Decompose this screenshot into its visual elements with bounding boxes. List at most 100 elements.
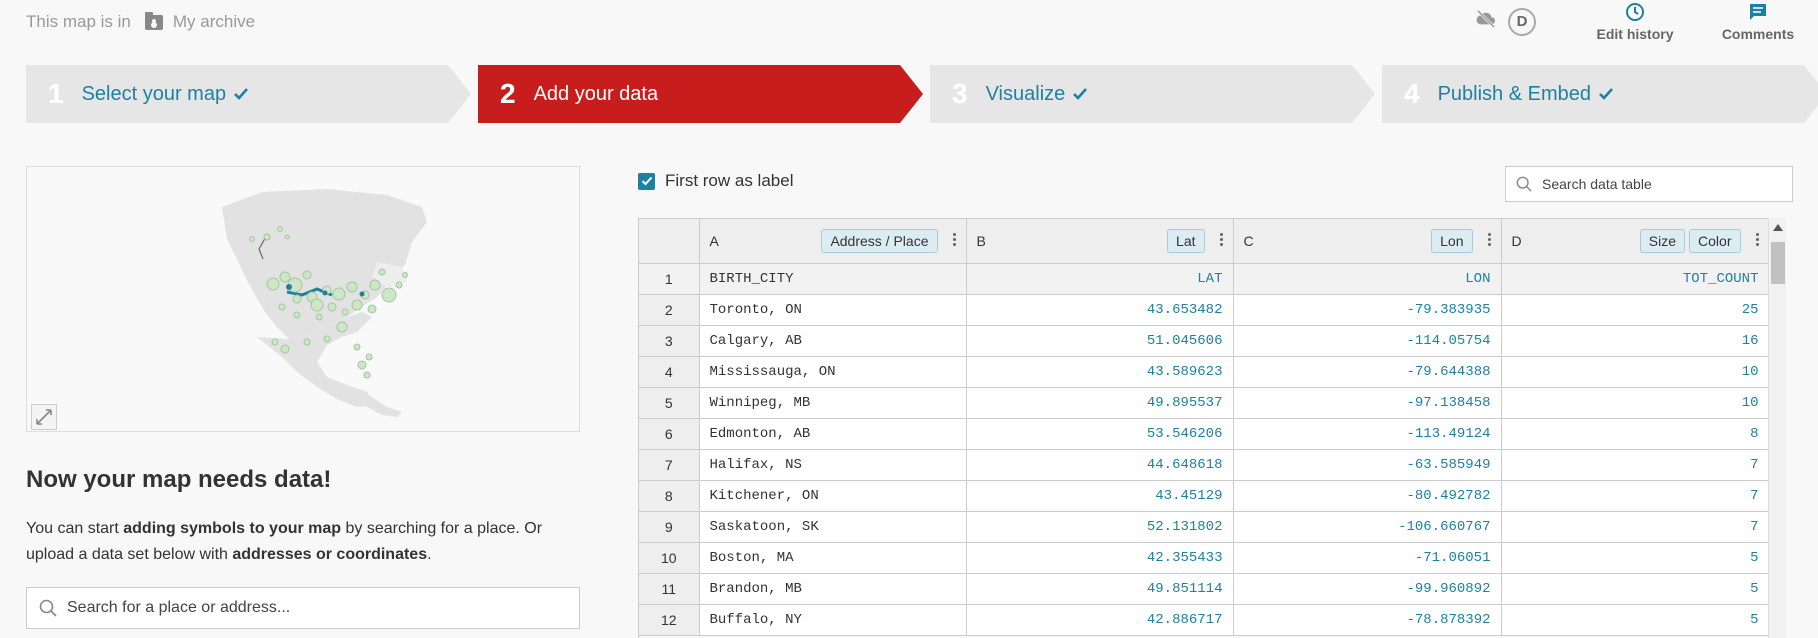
cell-lat[interactable]: 49.895537 <box>966 387 1234 419</box>
cell-count[interactable]: 7 <box>1501 449 1768 481</box>
step-select-map[interactable]: 1 Select your map <box>26 65 471 123</box>
cell-count[interactable]: TOT_COUNT <box>1501 263 1768 295</box>
cell-lat[interactable]: 42.355433 <box>966 542 1234 574</box>
cell-count[interactable]: 5 <box>1501 573 1768 605</box>
cell-lat[interactable]: 49.851114 <box>966 573 1234 605</box>
column-menu-icon[interactable] <box>1755 233 1759 247</box>
cell-lon[interactable]: -97.138458 <box>1233 387 1502 419</box>
cell-lon[interactable]: -79.644388 <box>1233 356 1502 388</box>
cloud-off-icon[interactable] <box>1475 10 1497 28</box>
cell-lat[interactable]: 43.45129 <box>966 480 1234 512</box>
cell-lat[interactable]: 43.653482 <box>966 294 1234 326</box>
table-row[interactable]: 11 Brandon, MB 49.851114 -99.960892 5 <box>639 573 1768 605</box>
edit-history-button[interactable]: Edit history <box>1580 2 1690 42</box>
map-preview[interactable] <box>26 166 580 432</box>
cell-address[interactable]: Calgary, AB <box>699 325 967 357</box>
table-row[interactable]: 2 Toronto, ON 43.653482 -79.383935 25 <box>639 294 1768 326</box>
intro-bold: addresses or coordinates <box>232 546 428 563</box>
archive-link[interactable]: My archive <box>173 12 255 32</box>
cell-lon[interactable]: LON <box>1233 263 1502 295</box>
intro-text: You can start <box>26 520 124 537</box>
cell-lon[interactable]: -63.585949 <box>1233 449 1502 481</box>
cell-count[interactable]: 7 <box>1501 480 1768 512</box>
cell-address[interactable]: Boston, MA <box>699 542 967 574</box>
step-visualize[interactable]: 3 Visualize <box>930 65 1375 123</box>
column-header-c[interactable]: C Lon <box>1233 219 1502 264</box>
table-row[interactable]: 1 BIRTH_CITY LAT LON TOT_COUNT <box>639 263 1768 295</box>
cell-lat[interactable]: LAT <box>966 263 1234 295</box>
cell-lat[interactable]: 43.589623 <box>966 356 1234 388</box>
expand-map-button[interactable] <box>31 404 57 430</box>
cell-lat[interactable]: 53.546206 <box>966 418 1234 450</box>
table-row[interactable]: 8 Kitchener, ON 43.45129 -80.492782 7 <box>639 480 1768 512</box>
cell-lat[interactable]: 44.648618 <box>966 449 1234 481</box>
cell-count[interactable]: 7 <box>1501 511 1768 543</box>
cell-lat[interactable]: 52.131802 <box>966 511 1234 543</box>
table-search-input[interactable] <box>1542 176 1782 192</box>
cell-lon[interactable]: -80.492782 <box>1233 480 1502 512</box>
column-menu-icon[interactable] <box>1219 233 1223 247</box>
first-row-option[interactable]: First row as label <box>638 171 793 191</box>
column-tag[interactable]: Color <box>1689 229 1741 253</box>
cell-address[interactable]: Brandon, MB <box>699 573 967 605</box>
cell-count[interactable]: 10 <box>1501 387 1768 419</box>
cell-lon[interactable]: -71.06051 <box>1233 542 1502 574</box>
cell-address[interactable]: Halifax, NS <box>699 449 967 481</box>
cell-lon[interactable]: -79.383935 <box>1233 294 1502 326</box>
cell-count[interactable]: 5 <box>1501 604 1768 636</box>
scroll-thumb[interactable] <box>1771 242 1785 284</box>
cell-lon[interactable]: -114.05754 <box>1233 325 1502 357</box>
cell-address[interactable]: Buffalo, NY <box>699 604 967 636</box>
cell-lon[interactable]: -113.49124 <box>1233 418 1502 450</box>
cell-count[interactable]: 25 <box>1501 294 1768 326</box>
cell-address[interactable]: Edmonton, AB <box>699 418 967 450</box>
row-number: 8 <box>639 480 700 512</box>
cell-count[interactable]: 10 <box>1501 356 1768 388</box>
step-add-data[interactable]: 2 Add your data <box>478 65 923 123</box>
cell-lat[interactable]: 42.886717 <box>966 604 1234 636</box>
map-image <box>222 189 427 417</box>
edit-history-label: Edit history <box>1596 26 1674 42</box>
table-row[interactable]: 10 Boston, MA 42.355433 -71.06051 5 <box>639 542 1768 574</box>
table-row[interactable]: 3 Calgary, AB 51.045606 -114.05754 16 <box>639 325 1768 357</box>
column-tag[interactable]: Lon <box>1431 229 1473 253</box>
cell-address[interactable]: Mississauga, ON <box>699 356 967 388</box>
cell-lon[interactable]: -78.878392 <box>1233 604 1502 636</box>
place-search-input[interactable] <box>67 599 567 617</box>
cell-address[interactable]: Toronto, ON <box>699 294 967 326</box>
cell-address[interactable]: Saskatoon, SK <box>699 511 967 543</box>
column-header-d[interactable]: D Size Color <box>1501 219 1768 264</box>
column-menu-icon[interactable] <box>952 233 956 247</box>
table-row[interactable]: 5 Winnipeg, MB 49.895537 -97.138458 10 <box>639 387 1768 419</box>
cell-address[interactable]: Kitchener, ON <box>699 480 967 512</box>
table-row[interactable]: 6 Edmonton, AB 53.546206 -113.49124 8 <box>639 418 1768 450</box>
checkmark-icon <box>641 176 652 186</box>
table-scrollbar[interactable] <box>1768 218 1786 638</box>
avatar[interactable]: D <box>1508 8 1536 36</box>
column-header-a[interactable]: A Address / Place <box>699 219 967 264</box>
column-menu-icon[interactable] <box>1487 233 1491 247</box>
cell-lon[interactable]: -106.660767 <box>1233 511 1502 543</box>
cell-address[interactable]: Winnipeg, MB <box>699 387 967 419</box>
table-row[interactable]: 4 Mississauga, ON 43.589623 -79.644388 10 <box>639 356 1768 388</box>
data-table[interactable]: A Address / Place B Lat C Lon D Size Colo… <box>638 218 1768 638</box>
cell-address[interactable]: BIRTH_CITY <box>699 263 967 295</box>
cell-count[interactable]: 8 <box>1501 418 1768 450</box>
table-search-box[interactable] <box>1505 166 1793 202</box>
step-publish-embed[interactable]: 4 Publish & Embed <box>1382 65 1818 123</box>
column-tag[interactable]: Address / Place <box>821 229 938 253</box>
first-row-checkbox[interactable] <box>638 172 655 190</box>
column-tag[interactable]: Lat <box>1167 229 1205 253</box>
scroll-up-arrow-icon[interactable] <box>1773 224 1783 231</box>
column-header-b[interactable]: B Lat <box>966 219 1234 264</box>
place-search-box[interactable] <box>26 587 580 629</box>
comments-button[interactable]: Comments <box>1710 2 1806 42</box>
table-row[interactable]: 7 Halifax, NS 44.648618 -63.585949 7 <box>639 449 1768 481</box>
table-row[interactable]: 9 Saskatoon, SK 52.131802 -106.660767 7 <box>639 511 1768 543</box>
table-row[interactable]: 12 Buffalo, NY 42.886717 -78.878392 5 <box>639 604 1768 636</box>
column-tag[interactable]: Size <box>1639 229 1686 253</box>
cell-count[interactable]: 5 <box>1501 542 1768 574</box>
cell-lat[interactable]: 51.045606 <box>966 325 1234 357</box>
cell-count[interactable]: 16 <box>1501 325 1768 357</box>
cell-lon[interactable]: -99.960892 <box>1233 573 1502 605</box>
